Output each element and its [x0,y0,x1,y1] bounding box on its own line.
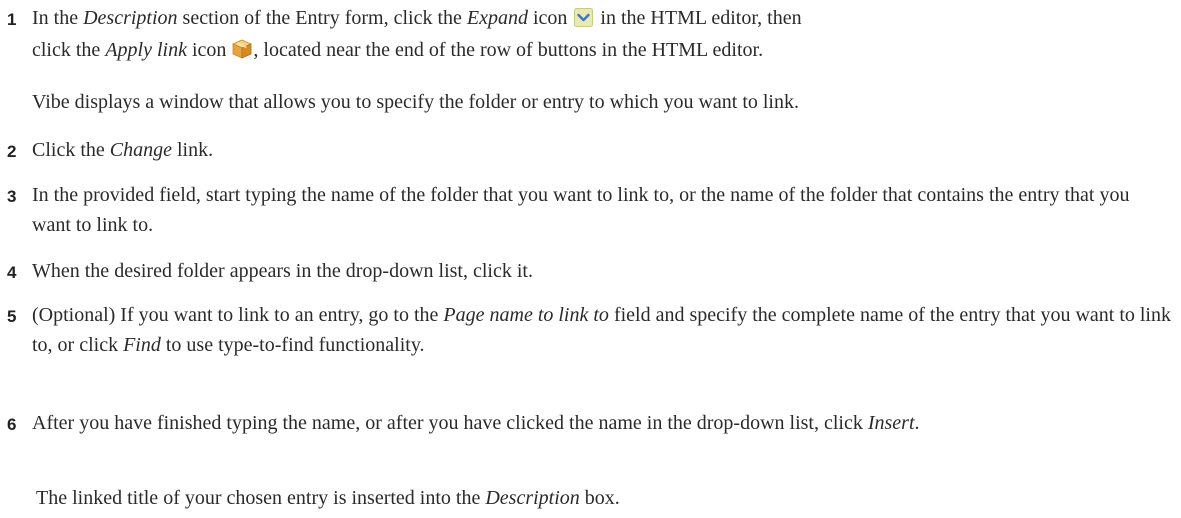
step-text: Click the Change link. [32,139,214,161]
step-number: 6 [7,415,17,434]
step-number: 2 [7,142,17,161]
step-note: The linked title of your chosen entry is… [36,487,620,509]
step-number: 1 [7,10,17,29]
step-text: In the Description section of the Entry … [32,5,802,61]
step-number: 4 [7,263,17,282]
step-text: When the desired folder appears in the d… [32,260,533,282]
step-number: 3 [7,187,17,206]
step-text: (Optional) If you want to link to an ent… [32,304,1171,356]
step-text: After you have finished typing the name,… [32,412,920,434]
package-box-icon [231,38,253,60]
step-text: In the provided field, start typing the … [32,184,1130,236]
procedure-steps: 1 In the Description section of the Entr… [0,0,1181,518]
chevron-down-icon [574,5,594,27]
step-note: Vibe displays a window that allows you t… [32,91,799,113]
step-number: 5 [7,307,17,326]
